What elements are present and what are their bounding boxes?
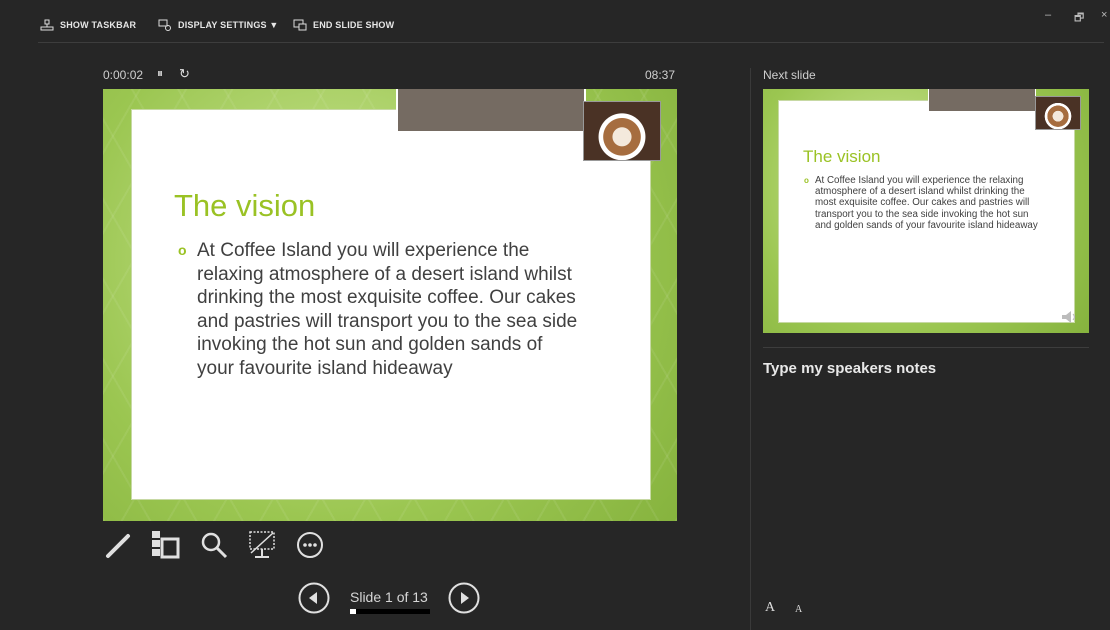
next-slide-body: o At Coffee Island you will experience t… — [804, 175, 1047, 231]
more-options-icon — [297, 532, 323, 558]
current-slide[interactable]: The vision o At Coffee Island you will e… — [103, 89, 677, 521]
next-slide-label: Next slide — [763, 68, 816, 82]
next-slide-button[interactable] — [448, 582, 480, 614]
coffee-cup-image — [583, 101, 661, 161]
black-screen-icon — [249, 531, 275, 558]
slide-title: The vision — [174, 188, 316, 223]
restore-button[interactable]: 🗗 — [1074, 9, 1084, 28]
display-settings-icon — [158, 19, 171, 31]
show-taskbar-button[interactable]: SHOW TASKBAR — [40, 19, 136, 31]
slide-progress-fill — [350, 609, 357, 614]
show-taskbar-label: SHOW TASKBAR — [60, 20, 137, 30]
pen-icon — [106, 534, 130, 558]
speaker-notes[interactable]: Type my speakers notes — [763, 360, 936, 377]
end-slide-show-button[interactable]: END SLIDE SHOW — [293, 19, 394, 31]
see-all-slides-button[interactable] — [150, 529, 182, 561]
next-slide-title: The vision — [803, 147, 881, 166]
next-slide-coffee-image — [1035, 96, 1081, 130]
clock: 08:37 — [645, 68, 676, 82]
minimize-button[interactable]: – — [1045, 9, 1051, 21]
end-show-icon — [293, 19, 307, 31]
pause-timer-button[interactable]: ⏸ — [157, 66, 163, 81]
end-slide-show-label: END SLIDE SHOW — [313, 20, 395, 30]
close-button[interactable]: × — [1101, 9, 1107, 21]
chevron-left-icon — [298, 582, 330, 614]
slide-progress-bar — [350, 609, 430, 614]
next-slide-bullet-icon: o — [804, 176, 809, 185]
pen-tool-button[interactable] — [102, 529, 134, 561]
toolbar-divider — [38, 42, 1104, 43]
chevron-right-icon — [448, 582, 480, 614]
notes-divider — [763, 347, 1089, 348]
bullet-icon: o — [178, 242, 187, 258]
slide-body: o At Coffee Island you will experience t… — [178, 239, 579, 380]
taskbar-icon — [40, 19, 54, 31]
next-slide-body-text: At Coffee Island you will experience the… — [815, 175, 1038, 231]
display-settings-label: DISPLAY SETTINGS ▼ — [178, 20, 279, 30]
next-slide-header-tab — [928, 89, 1036, 112]
next-slide-preview[interactable]: The vision o At Coffee Island you will e… — [763, 89, 1089, 333]
display-settings-button[interactable]: DISPLAY SETTINGS ▼ — [158, 19, 279, 31]
slide-header-tab — [396, 89, 586, 133]
panel-divider — [750, 68, 751, 630]
reset-timer-button[interactable]: ↻ — [179, 66, 190, 82]
zoom-button[interactable] — [198, 529, 230, 561]
speaker-icon — [1062, 311, 1076, 323]
black-screen-button[interactable] — [246, 529, 278, 561]
increase-font-button[interactable]: A — [765, 600, 775, 616]
more-options-button[interactable] — [294, 529, 326, 561]
zoom-icon — [201, 532, 228, 559]
slides-grid-icon — [152, 531, 180, 559]
previous-slide-button[interactable] — [298, 582, 330, 614]
slide-body-text: At Coffee Island you will experience the… — [197, 240, 578, 379]
elapsed-timer: 0:00:02 — [103, 68, 144, 82]
slide-counter[interactable]: Slide 1 of 13 — [350, 589, 428, 605]
decrease-font-button[interactable]: A — [795, 604, 802, 615]
